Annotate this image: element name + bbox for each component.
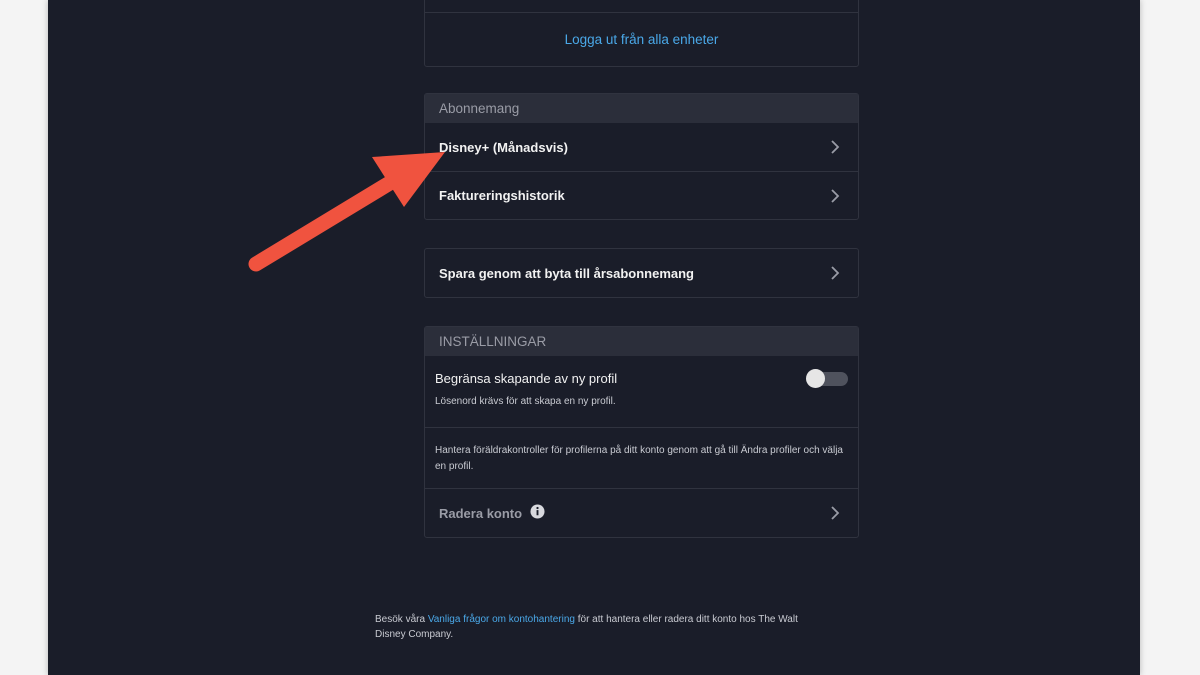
- logout-all-label: Logga ut från alla enheter: [564, 32, 719, 47]
- subscription-header: Abonnemang: [425, 94, 858, 123]
- upgrade-card: Spara genom att byta till årsabonnemang: [424, 248, 859, 298]
- plan-row[interactable]: Disney+ (Månadsvis): [425, 123, 858, 171]
- plan-label: Disney+ (Månadsvis): [439, 139, 568, 155]
- footer-text-before: Besök våra: [375, 614, 428, 625]
- account-card: Logga ut från alla enheter: [424, 0, 859, 67]
- billing-history-label: Faktureringshistorik: [439, 188, 565, 203]
- app-window: Logga ut från alla enheter Abonnemang Di…: [48, 0, 1140, 675]
- parental-info-row: Hantera föräldrakontroller för profilern…: [425, 427, 858, 488]
- chevron-right-icon: [831, 506, 840, 520]
- restrict-profile-row: Begränsa skapande av ny profil Lösenord …: [425, 356, 858, 427]
- chevron-right-icon: [831, 140, 840, 154]
- subscription-card: Abonnemang Disney+ (Månadsvis) Faktureri…: [424, 93, 859, 220]
- delete-account-label: Radera konto: [439, 505, 523, 521]
- upgrade-row[interactable]: Spara genom att byta till årsabonnemang: [425, 249, 858, 297]
- settings-header: INSTÄLLNINGAR: [425, 327, 858, 356]
- restrict-profile-desc: Lösenord krävs för att skapa en ny profi…: [435, 396, 616, 407]
- delete-account-row[interactable]: Radera konto: [425, 488, 858, 537]
- parental-info-text: Hantera föräldrakontroller för profilern…: [435, 445, 843, 472]
- settings-card: INSTÄLLNINGAR Begränsa skapande av ny pr…: [424, 326, 859, 538]
- toggle-knob: [806, 369, 825, 388]
- upgrade-label: Spara genom att byta till årsabonnemang: [439, 265, 694, 281]
- billing-history-row[interactable]: Faktureringshistorik: [425, 171, 858, 219]
- chevron-right-icon: [831, 188, 840, 203]
- restrict-profile-title: Begränsa skapande av ny profil: [435, 371, 618, 386]
- account-row-partial: [425, 0, 858, 12]
- footer-text: Besök våra Vanliga frågor om kontohanter…: [375, 612, 805, 642]
- faq-link[interactable]: Vanliga frågor om kontohantering: [428, 614, 575, 625]
- logout-all-button[interactable]: Logga ut från alla enheter: [425, 12, 858, 66]
- restrict-profile-toggle[interactable]: [806, 369, 848, 388]
- info-circle-icon[interactable]: [530, 503, 545, 519]
- chevron-right-icon: [831, 266, 840, 280]
